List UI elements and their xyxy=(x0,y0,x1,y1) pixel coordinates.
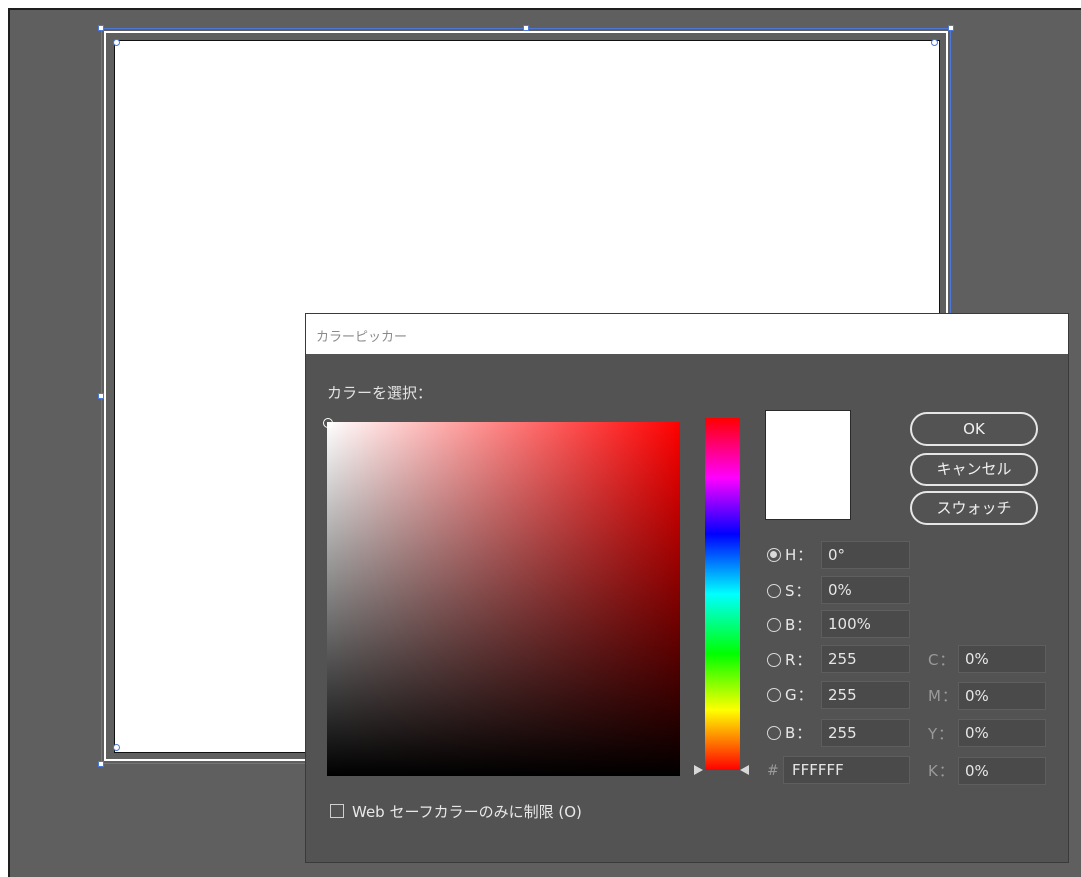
corner-widget-top-left[interactable] xyxy=(113,39,120,46)
hue-label: H： xyxy=(785,546,814,564)
black-label: K： xyxy=(928,762,955,780)
hue-slider-right-arrow-icon[interactable] xyxy=(740,765,749,775)
resize-handle-top-left[interactable] xyxy=(98,25,104,31)
radio-hue[interactable] xyxy=(767,548,781,562)
hue-input[interactable]: 0° xyxy=(821,541,910,569)
color-selection-marker[interactable] xyxy=(323,418,333,428)
brightness-input[interactable]: 100% xyxy=(821,610,910,638)
web-safe-checkbox[interactable] xyxy=(330,804,344,818)
resize-handle-middle-left[interactable] xyxy=(98,393,104,399)
web-safe-label[interactable]: Web セーフカラーのみに制限 (O) xyxy=(352,801,582,822)
cyan-label: C： xyxy=(928,651,956,669)
corner-widget-bottom-left[interactable] xyxy=(113,744,120,751)
dialog-title: カラーピッカー xyxy=(316,330,408,345)
color-preview-swatch xyxy=(765,410,851,520)
red-input[interactable]: 255 xyxy=(821,645,910,673)
cyan-input[interactable]: 0% xyxy=(958,645,1046,673)
hue-slider-left-arrow-icon[interactable] xyxy=(694,765,703,775)
black-input[interactable]: 0% xyxy=(958,757,1046,785)
yellow-label: Y： xyxy=(928,725,955,743)
ok-button[interactable]: OK xyxy=(910,412,1038,446)
swatches-button[interactable]: スウォッチ xyxy=(910,491,1038,525)
green-label: G： xyxy=(785,686,814,704)
brightness-label: B： xyxy=(785,616,813,634)
resize-handle-bottom-left[interactable] xyxy=(98,761,104,767)
saturation-label: S： xyxy=(785,582,812,600)
magenta-label: M： xyxy=(928,687,958,705)
green-input[interactable]: 255 xyxy=(821,681,910,709)
radio-red[interactable] xyxy=(767,653,781,667)
corner-widget-top-right[interactable] xyxy=(931,39,938,46)
hue-slider[interactable] xyxy=(705,418,740,770)
blue-label: B： xyxy=(785,724,813,742)
radio-green[interactable] xyxy=(767,688,781,702)
saturation-brightness-field[interactable] xyxy=(327,422,680,776)
select-color-label: カラーを選択： xyxy=(327,384,433,402)
resize-handle-top-right[interactable] xyxy=(948,25,954,31)
blue-input[interactable]: 255 xyxy=(821,719,910,747)
yellow-input[interactable]: 0% xyxy=(958,719,1046,747)
magenta-input[interactable]: 0% xyxy=(958,682,1046,710)
cancel-button[interactable]: キャンセル xyxy=(910,453,1038,486)
saturation-input[interactable]: 0% xyxy=(821,576,910,604)
radio-blue[interactable] xyxy=(767,726,781,740)
hex-label: # xyxy=(767,763,779,779)
color-picker-dialog: カラーピッカー カラーを選択： OK キャンセル スウォッチ H： 0° S： … xyxy=(306,314,1068,862)
radio-brightness[interactable] xyxy=(767,618,781,632)
resize-handle-top-center[interactable] xyxy=(523,25,529,31)
red-label: R： xyxy=(785,651,813,669)
hex-input[interactable]: FFFFFF xyxy=(783,756,910,784)
radio-saturation[interactable] xyxy=(767,584,781,598)
dialog-titlebar[interactable]: カラーピッカー xyxy=(306,314,1068,354)
